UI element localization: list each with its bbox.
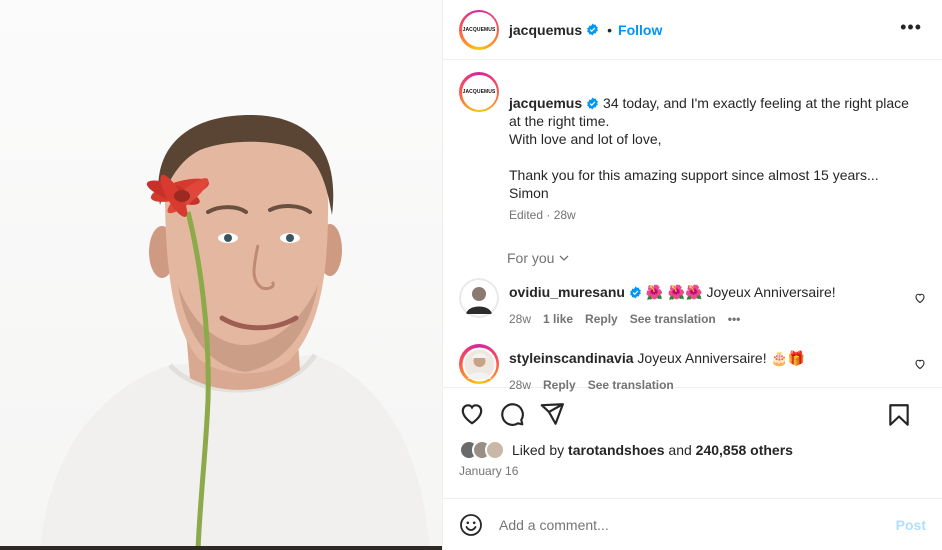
add-comment-input[interactable] <box>499 516 879 533</box>
verified-icon <box>587 23 599 36</box>
post-date[interactable]: January 16 <box>443 460 942 478</box>
caption: JACQUEMUS jacquemus 34 today, and I'm ex… <box>459 72 926 202</box>
post-photo-illustration <box>40 115 430 550</box>
more-options-icon[interactable]: ••• <box>900 18 922 36</box>
commenter-avatar-image <box>462 347 496 381</box>
heart-icon[interactable] <box>914 292 926 304</box>
caption-time: 28w <box>553 208 576 222</box>
liker-avatars[interactable] <box>459 440 505 460</box>
likes-summary: Liked by tarotandshoes and 240,858 other… <box>443 440 942 460</box>
author-avatar[interactable]: JACQUEMUS <box>459 9 499 50</box>
flower-emojis: 🌺 🌺🌺 <box>645 285 703 301</box>
comment-icon[interactable] <box>499 401 525 427</box>
edited-label: Edited <box>509 208 544 222</box>
share-icon[interactable] <box>539 401 565 427</box>
comment-likes[interactable]: 1 like <box>543 312 573 326</box>
likes-prefix: Liked by <box>512 442 565 458</box>
caption-meta: Edited · 28w <box>509 208 576 222</box>
comment-body: ovidiu_muresanu 🌺 🌺🌺 Joyeux Anniversaire… <box>509 283 836 326</box>
comment-text: ovidiu_muresanu 🌺 🌺🌺 Joyeux Anniversaire… <box>509 283 836 302</box>
cake-gift-emojis: 🎂🎁 <box>770 351 806 367</box>
comment-time[interactable]: 28w <box>509 312 531 326</box>
commenter-avatar[interactable] <box>459 278 499 318</box>
comment-text: styleinscandinavia Joyeux Anniversaire! … <box>509 349 805 368</box>
post-side-panel: JACQUEMUS jacquemus • Follow ••• JACQUEM… <box>442 0 942 550</box>
likes-and: and <box>668 442 692 458</box>
add-comment-bar: Post <box>443 498 942 550</box>
follow-button[interactable]: Follow <box>618 22 662 38</box>
comment-item: ovidiu_muresanu 🌺 🌺🌺 Joyeux Anniversaire… <box>459 278 926 326</box>
comment-body: styleinscandinavia Joyeux Anniversaire! … <box>509 349 805 392</box>
liked-by-user[interactable]: tarotandshoes <box>568 442 664 458</box>
post-header: JACQUEMUS jacquemus • Follow ••• <box>443 0 942 60</box>
liker-avatar <box>485 440 505 460</box>
likes-text: Liked by tarotandshoes and 240,858 other… <box>512 442 793 458</box>
header-separator: • <box>607 21 613 38</box>
photo-bottom-edge <box>0 546 442 550</box>
comment-message: Joyeux Anniversaire! <box>637 350 767 366</box>
comment-more-icon[interactable]: ••• <box>728 312 741 326</box>
comment-meta: 28w 1 like Reply See translation ••• <box>509 312 836 326</box>
bookmark-icon[interactable] <box>886 402 912 428</box>
comment-sort-label: For you <box>507 250 555 266</box>
like-heart-icon[interactable] <box>459 401 485 427</box>
see-translation-button[interactable]: See translation <box>630 312 716 326</box>
post-actions <box>443 388 942 440</box>
comment-sort-dropdown[interactable]: For you <box>507 250 926 266</box>
commenter-avatar[interactable] <box>459 344 499 384</box>
comment-username[interactable]: styleinscandinavia <box>509 350 634 366</box>
smile-icon[interactable] <box>459 513 483 537</box>
caption-avatar[interactable]: JACQUEMUS <box>459 72 499 112</box>
verified-icon <box>630 286 641 299</box>
verified-icon <box>587 97 599 110</box>
post-photo[interactable] <box>0 0 442 550</box>
comment-item: styleinscandinavia Joyeux Anniversaire! … <box>459 344 926 392</box>
post-comment-button[interactable]: Post <box>896 517 926 533</box>
comment-username[interactable]: ovidiu_muresanu <box>509 284 625 300</box>
caption-text: jacquemus 34 today, and I'm exactly feel… <box>509 76 909 202</box>
author-username[interactable]: jacquemus <box>509 22 582 38</box>
author-avatar-logo: JACQUEMUS <box>461 12 497 47</box>
heart-icon[interactable] <box>914 358 926 370</box>
chevron-down-icon <box>560 255 569 261</box>
comment-message: Joyeux Anniversaire! <box>706 284 836 300</box>
instagram-post-dialog: JACQUEMUS jacquemus • Follow ••• JACQUEM… <box>0 0 942 550</box>
caption-avatar-logo: JACQUEMUS <box>461 74 497 110</box>
reply-button[interactable]: Reply <box>585 312 618 326</box>
likes-count[interactable]: 240,858 others <box>696 442 793 458</box>
comments-area[interactable]: JACQUEMUS jacquemus 34 today, and I'm ex… <box>443 60 942 392</box>
caption-username[interactable]: jacquemus <box>509 95 582 111</box>
